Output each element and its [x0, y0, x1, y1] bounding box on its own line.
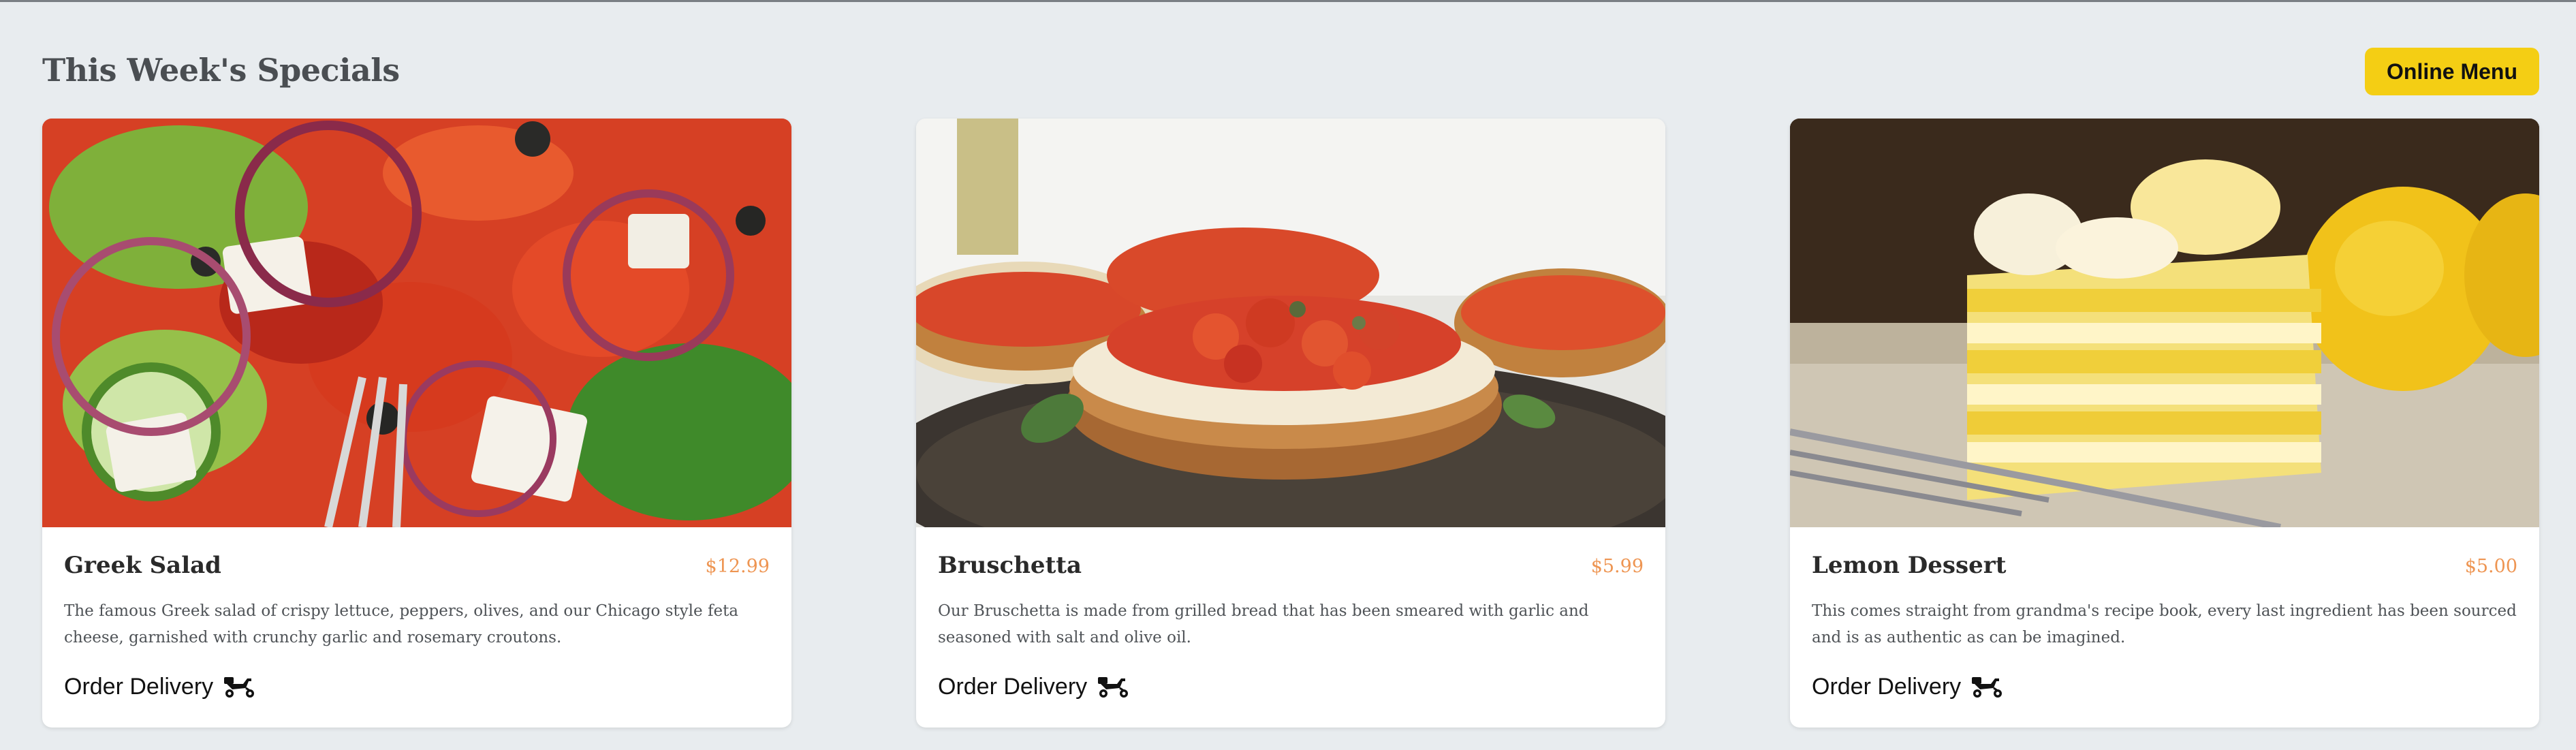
order-delivery-label: Order Delivery — [1812, 673, 1962, 700]
dish-description: The famous Greek salad of crispy lettuce… — [64, 602, 739, 646]
delivery-scooter-icon — [1098, 677, 1129, 698]
online-menu-button[interactable]: Online Menu — [2365, 48, 2539, 95]
order-delivery-link[interactable]: Order Delivery — [1812, 670, 2005, 703]
greek-salad-photo — [42, 119, 791, 527]
dish-name: Lemon Dessert — [1812, 552, 2007, 579]
bruschetta-photo — [916, 119, 1665, 527]
special-card-greek-salad: Greek Salad $12.99 The famous Greek sala… — [42, 119, 791, 728]
dish-price: $12.99 — [705, 556, 770, 577]
delivery-scooter-icon — [1972, 677, 2002, 698]
dish-description: This comes straight from grandma's recip… — [1812, 602, 2517, 646]
dish-name: Bruschetta — [938, 552, 1082, 579]
order-delivery-label: Order Delivery — [64, 673, 214, 700]
specials-header: This Week's Specials Online Menu — [42, 48, 2539, 99]
section-title: This Week's Specials — [42, 52, 400, 89]
delivery-scooter-icon — [224, 677, 255, 698]
dish-price: $5.00 — [2464, 556, 2517, 577]
order-delivery-label: Order Delivery — [938, 673, 1088, 700]
dish-price: $5.99 — [1590, 556, 1644, 577]
order-delivery-link[interactable]: Order Delivery — [938, 670, 1131, 703]
top-border — [0, 0, 2576, 2]
special-card-bruschetta: Bruschetta $5.99 Our Bruschetta is made … — [916, 119, 1665, 728]
lemon-dessert-photo — [1790, 119, 2539, 527]
dish-description: Our Bruschetta is made from grilled brea… — [938, 602, 1589, 646]
dish-name: Greek Salad — [64, 552, 221, 579]
order-delivery-link[interactable]: Order Delivery — [64, 670, 257, 703]
special-card-lemon-dessert: Lemon Dessert $5.00 This comes straight … — [1790, 119, 2539, 728]
